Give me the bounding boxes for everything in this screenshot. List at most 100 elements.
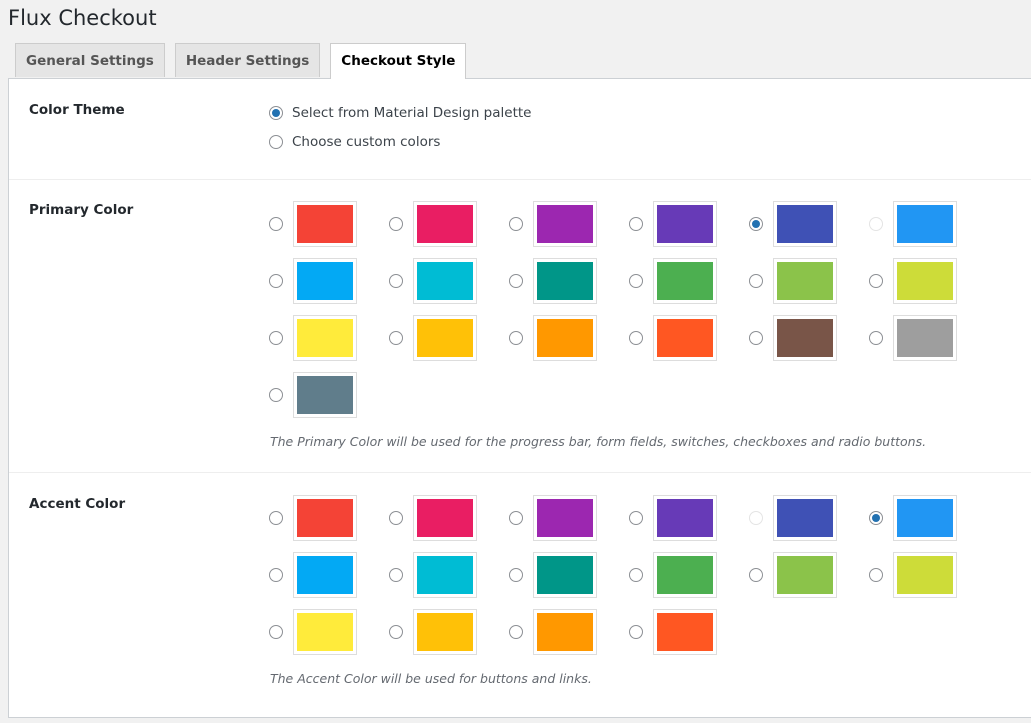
primary-swatch-option[interactable]: [749, 258, 837, 304]
accent-swatch-radio[interactable]: [629, 568, 643, 582]
accent-swatch-option[interactable]: [269, 495, 357, 541]
accent-swatch-frame[interactable]: [653, 609, 717, 655]
accent-swatch-frame[interactable]: [893, 495, 957, 541]
primary-swatch-option[interactable]: [389, 258, 477, 304]
accent-swatch-radio[interactable]: [869, 511, 883, 525]
primary-swatch-radio[interactable]: [629, 217, 643, 231]
accent-swatch-frame[interactable]: [533, 495, 597, 541]
accent-swatch-frame[interactable]: [653, 552, 717, 598]
primary-swatch-radio[interactable]: [869, 217, 883, 231]
primary-swatch-frame[interactable]: [773, 201, 837, 247]
primary-swatch-frame[interactable]: [533, 315, 597, 361]
accent-swatch-radio[interactable]: [749, 511, 763, 525]
tab-checkout-style[interactable]: Checkout Style: [330, 43, 467, 79]
accent-swatch-radio[interactable]: [269, 625, 283, 639]
primary-swatch-frame[interactable]: [413, 315, 477, 361]
primary-swatch-frame[interactable]: [653, 258, 717, 304]
primary-swatch-frame[interactable]: [893, 258, 957, 304]
accent-swatch-option[interactable]: [869, 552, 957, 598]
primary-swatch-option[interactable]: [749, 201, 837, 247]
accent-swatch-option[interactable]: [629, 495, 717, 541]
primary-swatch-radio[interactable]: [389, 274, 403, 288]
primary-swatch-radio[interactable]: [269, 388, 283, 402]
primary-swatch-radio[interactable]: [389, 217, 403, 231]
primary-swatch-frame[interactable]: [893, 315, 957, 361]
primary-swatch-frame[interactable]: [293, 315, 357, 361]
primary-swatch-radio[interactable]: [509, 217, 523, 231]
accent-swatch-frame[interactable]: [293, 609, 357, 655]
theme-option-material[interactable]: Select from Material Design palette: [269, 105, 531, 121]
tab-header-settings[interactable]: Header Settings: [174, 43, 321, 77]
accent-swatch-radio[interactable]: [509, 568, 523, 582]
accent-swatch-option[interactable]: [629, 552, 717, 598]
custom-colors-radio[interactable]: [269, 135, 283, 149]
accent-swatch-frame[interactable]: [413, 495, 477, 541]
primary-swatch-option[interactable]: [629, 201, 717, 247]
primary-swatch-frame[interactable]: [533, 201, 597, 247]
accent-swatch-radio[interactable]: [389, 568, 403, 582]
primary-swatch-frame[interactable]: [893, 201, 957, 247]
accent-swatch-radio[interactable]: [389, 625, 403, 639]
primary-swatch-radio[interactable]: [509, 274, 523, 288]
accent-swatch-radio[interactable]: [269, 568, 283, 582]
accent-swatch-option[interactable]: [269, 609, 357, 655]
primary-swatch-frame[interactable]: [293, 372, 357, 418]
accent-swatch-radio[interactable]: [749, 568, 763, 582]
accent-swatch-radio[interactable]: [509, 625, 523, 639]
accent-swatch-frame[interactable]: [413, 609, 477, 655]
accent-swatch-frame[interactable]: [533, 552, 597, 598]
primary-swatch-radio[interactable]: [269, 331, 283, 345]
primary-swatch-radio[interactable]: [269, 217, 283, 231]
accent-swatch-radio[interactable]: [509, 511, 523, 525]
primary-swatch-radio[interactable]: [509, 331, 523, 345]
primary-swatch-option[interactable]: [509, 201, 597, 247]
accent-swatch-option[interactable]: [269, 552, 357, 598]
accent-swatch-option[interactable]: [389, 495, 477, 541]
accent-swatch-option[interactable]: [629, 609, 717, 655]
accent-swatch-radio[interactable]: [869, 568, 883, 582]
primary-swatch-option[interactable]: [509, 315, 597, 361]
tab-general-settings[interactable]: General Settings: [15, 43, 165, 77]
primary-swatch-option[interactable]: [869, 201, 957, 247]
primary-swatch-option[interactable]: [629, 315, 717, 361]
primary-swatch-radio[interactable]: [749, 274, 763, 288]
primary-swatch-frame[interactable]: [293, 258, 357, 304]
primary-swatch-radio[interactable]: [629, 331, 643, 345]
primary-swatch-radio[interactable]: [869, 274, 883, 288]
primary-swatch-option[interactable]: [629, 258, 717, 304]
primary-swatch-option[interactable]: [749, 315, 837, 361]
primary-swatch-option[interactable]: [869, 315, 957, 361]
primary-swatch-option[interactable]: [389, 201, 477, 247]
primary-swatch-radio[interactable]: [749, 331, 763, 345]
accent-swatch-option[interactable]: [749, 495, 837, 541]
accent-swatch-radio[interactable]: [629, 625, 643, 639]
primary-swatch-radio[interactable]: [749, 217, 763, 231]
primary-swatch-option[interactable]: [269, 372, 357, 418]
accent-swatch-option[interactable]: [509, 495, 597, 541]
accent-swatch-radio[interactable]: [269, 511, 283, 525]
accent-swatch-option[interactable]: [749, 552, 837, 598]
accent-swatch-radio[interactable]: [629, 511, 643, 525]
primary-swatch-option[interactable]: [509, 258, 597, 304]
accent-swatch-frame[interactable]: [773, 495, 837, 541]
accent-swatch-frame[interactable]: [413, 552, 477, 598]
primary-swatch-frame[interactable]: [653, 315, 717, 361]
primary-swatch-radio[interactable]: [389, 331, 403, 345]
primary-swatch-frame[interactable]: [653, 201, 717, 247]
primary-swatch-option[interactable]: [389, 315, 477, 361]
primary-swatch-frame[interactable]: [413, 201, 477, 247]
material-palette-radio[interactable]: [269, 106, 283, 120]
accent-swatch-option[interactable]: [389, 552, 477, 598]
primary-swatch-radio[interactable]: [869, 331, 883, 345]
theme-option-custom[interactable]: Choose custom colors: [269, 134, 440, 150]
accent-swatch-option[interactable]: [869, 495, 957, 541]
accent-swatch-frame[interactable]: [533, 609, 597, 655]
primary-swatch-option[interactable]: [269, 315, 357, 361]
accent-swatch-frame[interactable]: [773, 552, 837, 598]
primary-swatch-frame[interactable]: [293, 201, 357, 247]
accent-swatch-option[interactable]: [389, 609, 477, 655]
primary-swatch-radio[interactable]: [629, 274, 643, 288]
accent-swatch-frame[interactable]: [293, 552, 357, 598]
primary-swatch-frame[interactable]: [413, 258, 477, 304]
accent-swatch-frame[interactable]: [653, 495, 717, 541]
